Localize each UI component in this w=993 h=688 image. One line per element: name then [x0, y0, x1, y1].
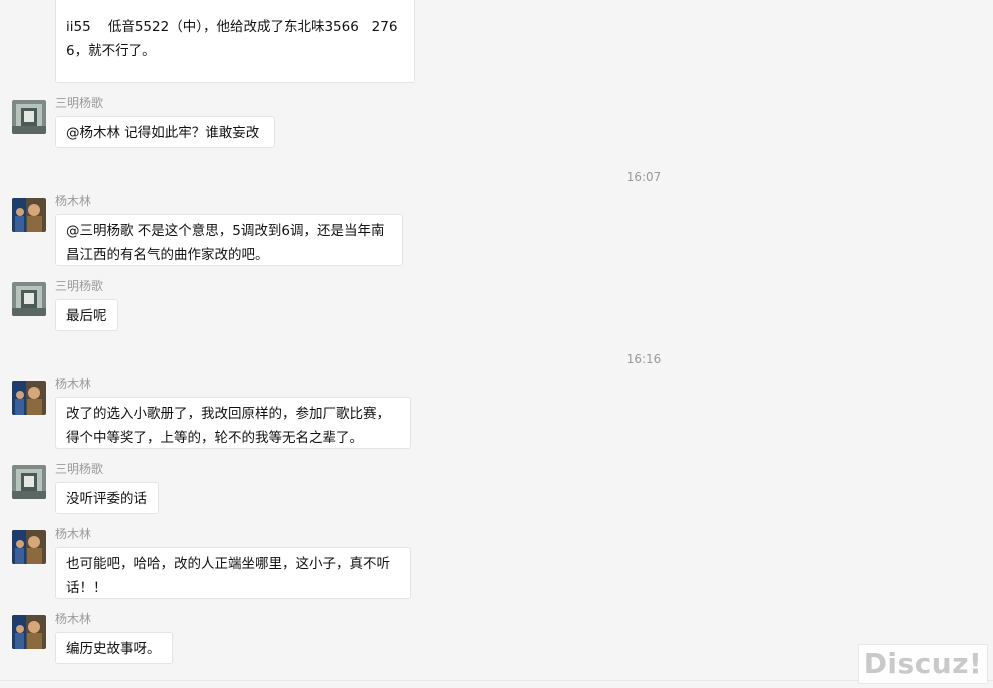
- sender-name: 杨木林: [55, 612, 92, 626]
- avatar[interactable]: [12, 530, 46, 564]
- discuz-watermark-logo: Discuz!: [858, 644, 988, 684]
- avatar[interactable]: [12, 465, 46, 499]
- timestamp: 16:07: [626, 170, 662, 184]
- sender-name: 杨木林: [55, 377, 92, 391]
- message-bubble: ii55 低音5522（中），他给改成了东北味3566 2766，就不行了。: [55, 0, 415, 83]
- sender-name: 杨木林: [55, 527, 92, 541]
- sender-name: 三明杨歌: [55, 462, 104, 476]
- message-bubble: 没听评委的话: [55, 482, 159, 514]
- message-bubble: 最后呢: [55, 299, 118, 331]
- avatar[interactable]: [12, 198, 46, 232]
- avatar[interactable]: [12, 100, 46, 134]
- timestamp: 16:16: [626, 352, 662, 366]
- sender-name: 三明杨歌: [55, 279, 104, 293]
- message-bubble: 改了的选入小歌册了，我改回原样的，参加厂歌比赛，得个中等奖了，上等的，轮不的我等…: [55, 397, 411, 449]
- sender-name: 杨木林: [55, 194, 92, 208]
- divider: [0, 680, 993, 681]
- avatar[interactable]: [12, 381, 46, 415]
- sender-name: 三明杨歌: [55, 96, 104, 110]
- avatar[interactable]: [12, 615, 46, 649]
- message-bubble: 也可能吧，哈哈，改的人正端坐哪里，这小子，真不听话！！: [55, 547, 411, 599]
- chat-window: ii55 低音5522（中），他给改成了东北味3566 2766，就不行了。 三…: [0, 0, 993, 688]
- avatar[interactable]: [12, 282, 46, 316]
- message-bubble: @三明杨歌 不是这个意思，5调改到6调，还是当年南昌江西的有名气的曲作家改的吧。: [55, 214, 403, 266]
- message-bubble: @杨木林 记得如此牢？谁敢妄改: [55, 116, 275, 148]
- message-bubble: 编历史故事呀。: [55, 632, 173, 664]
